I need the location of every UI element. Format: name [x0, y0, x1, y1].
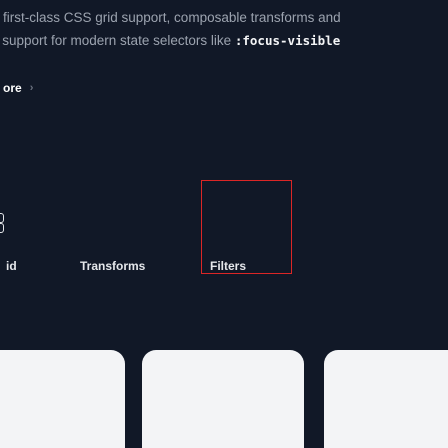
page: ot first-class CSS grid support, composa… [0, 0, 448, 448]
feature-label-grid: id [6, 259, 17, 273]
feature-label-filters: Filters [210, 259, 247, 273]
intro-paragraph: ot first-class CSS grid support, composa… [0, 6, 448, 52]
focus-visible-code: :focus-visible [234, 33, 341, 48]
explore-link[interactable]: ore › [3, 81, 33, 95]
preview-card-middle [142, 350, 304, 448]
chevron-right-icon: › [29, 82, 34, 94]
explore-link-label: ore [3, 81, 22, 95]
grid-icon-fragment-top [0, 213, 4, 223]
intro-line-1: ot first-class CSS grid support, composa… [0, 10, 341, 25]
intro-line-2: s, support for modern state selectors li… [0, 29, 448, 52]
preview-card-left [0, 350, 125, 448]
preview-card-right [324, 350, 448, 448]
grid-icon-fragment-bottom [0, 223, 4, 233]
intro-line-2-text: s, support for modern state selectors li… [0, 33, 235, 48]
feature-label-transforms: Transforms [80, 259, 146, 273]
filters-feature-tile[interactable]: Filters [201, 180, 292, 274]
